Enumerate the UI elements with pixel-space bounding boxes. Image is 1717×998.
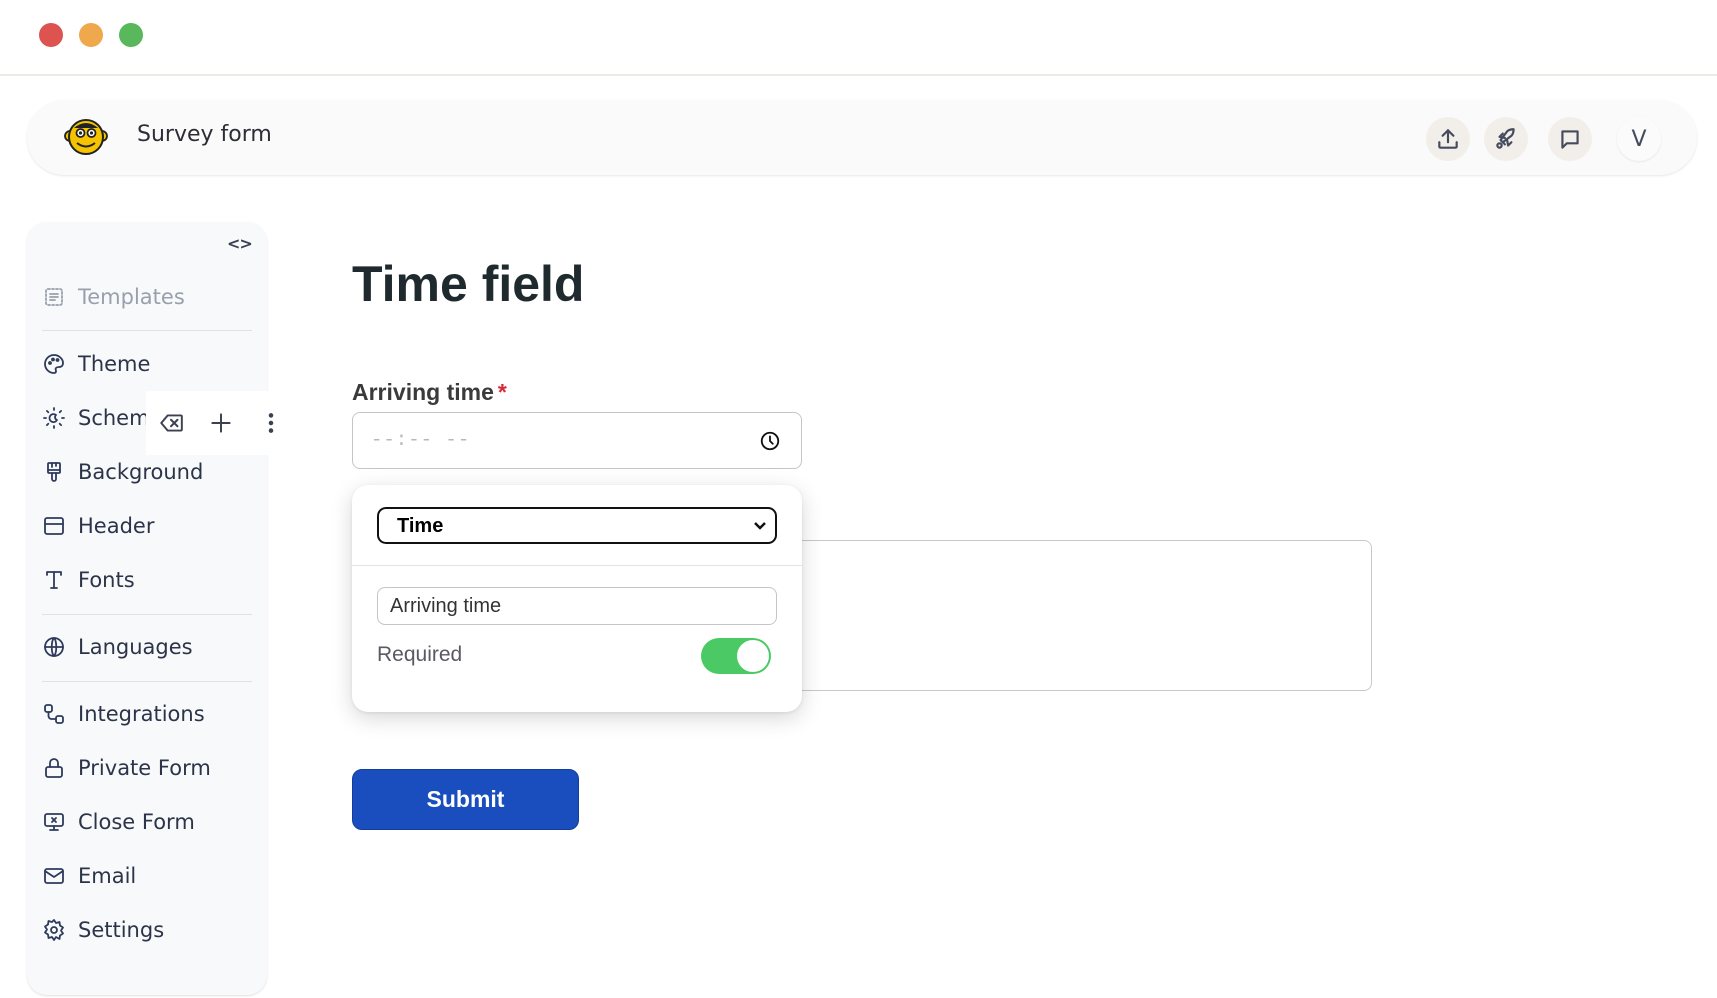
share-button[interactable] — [1426, 117, 1470, 161]
collapse-sidebar-button[interactable]: <> — [227, 234, 253, 253]
header-layout-icon — [44, 517, 64, 535]
delete-field-button[interactable] — [146, 403, 196, 443]
monkey-logo-icon[interactable] — [64, 116, 108, 158]
field-settings-popover: Time Arriving time Required — [352, 485, 802, 712]
integrations-icon — [44, 704, 64, 724]
settings-sidebar: <> Templates Theme Scheme Background Hea… — [27, 222, 267, 995]
chat-icon — [1561, 130, 1579, 149]
required-label: Required — [377, 643, 463, 666]
sidebar-item-label: Private Form — [78, 756, 211, 780]
minimize-window-button[interactable] — [79, 23, 103, 47]
time-placeholder: --:-- -- — [371, 429, 471, 451]
add-field-button[interactable] — [196, 403, 246, 443]
user-avatar[interactable]: V — [1617, 117, 1661, 161]
sidebar-item-label: Settings — [78, 918, 165, 942]
toggle-knob — [736, 639, 770, 673]
feedback-button[interactable] — [1548, 117, 1592, 161]
sidebar-item-templates[interactable]: Templates — [42, 277, 257, 317]
sidebar-item-label: Integrations — [78, 702, 205, 726]
field-label: Arriving time * — [352, 379, 507, 406]
sidebar-item-email[interactable]: Email — [42, 856, 257, 896]
window-titlebar — [0, 0, 1717, 76]
sidebar-item-languages[interactable]: Languages — [42, 627, 257, 667]
required-toggle[interactable] — [701, 638, 771, 674]
palette-icon — [44, 354, 64, 374]
clock-icon[interactable] — [759, 430, 781, 452]
popover-divider — [352, 565, 802, 566]
sun-moon-icon — [43, 407, 65, 429]
field-toolbar — [146, 391, 321, 455]
required-marker: * — [497, 379, 507, 405]
backspace-icon — [160, 414, 183, 432]
sidebar-item-label: Templates — [78, 285, 185, 309]
app-header: Survey form V — [27, 100, 1697, 175]
sidebar-item-label: Email — [78, 864, 137, 888]
page-title: Time field — [352, 256, 585, 312]
lock-icon — [45, 758, 63, 778]
monitor-x-icon — [44, 813, 64, 831]
sidebar-divider — [42, 681, 252, 682]
sidebar-item-private-form[interactable]: Private Form — [42, 748, 257, 788]
paintbrush-icon — [47, 462, 61, 482]
sidebar-item-label: Fonts — [78, 568, 135, 592]
rocket-icon — [1496, 128, 1515, 149]
field-type-value: Time — [397, 515, 444, 537]
submit-button[interactable]: Submit — [352, 769, 579, 830]
gear-icon — [44, 919, 64, 941]
sidebar-item-integrations[interactable]: Integrations — [42, 694, 257, 734]
close-window-button[interactable] — [39, 23, 63, 47]
sidebar-item-settings[interactable]: Settings — [42, 910, 257, 950]
maximize-window-button[interactable] — [119, 23, 143, 47]
app-title: Survey form — [137, 122, 272, 147]
sidebar-item-label: Theme — [78, 352, 151, 376]
publish-button[interactable] — [1484, 117, 1528, 161]
upload-icon — [1438, 129, 1458, 149]
sidebar-divider — [42, 330, 252, 331]
sidebar-item-label: Background — [78, 460, 204, 484]
sidebar-item-fonts[interactable]: Fonts — [42, 560, 257, 600]
sidebar-item-close-form[interactable]: Close Form — [42, 802, 257, 842]
mail-icon — [44, 868, 64, 884]
sidebar-item-theme[interactable]: Theme — [42, 344, 257, 384]
plus-icon — [211, 413, 231, 433]
next-field-textarea[interactable] — [760, 540, 1372, 691]
chevron-down-icon — [754, 522, 766, 530]
sidebar-item-label: Header — [78, 514, 155, 538]
templates-icon — [45, 288, 63, 306]
sidebar-item-label: Languages — [78, 635, 193, 659]
field-type-select[interactable]: Time — [377, 507, 777, 544]
sidebar-item-label: Close Form — [78, 810, 195, 834]
field-label-text: Arriving time — [352, 379, 494, 405]
sidebar-divider — [42, 614, 252, 615]
type-icon — [46, 571, 62, 589]
field-label-input[interactable]: Arriving time — [377, 587, 777, 625]
sidebar-item-background[interactable]: Background — [42, 452, 257, 492]
arriving-time-input[interactable]: --:-- -- — [352, 412, 802, 469]
sidebar-item-header[interactable]: Header — [42, 506, 257, 546]
more-vertical-icon — [268, 413, 274, 433]
more-options-button[interactable] — [246, 403, 296, 443]
globe-icon — [44, 637, 64, 657]
